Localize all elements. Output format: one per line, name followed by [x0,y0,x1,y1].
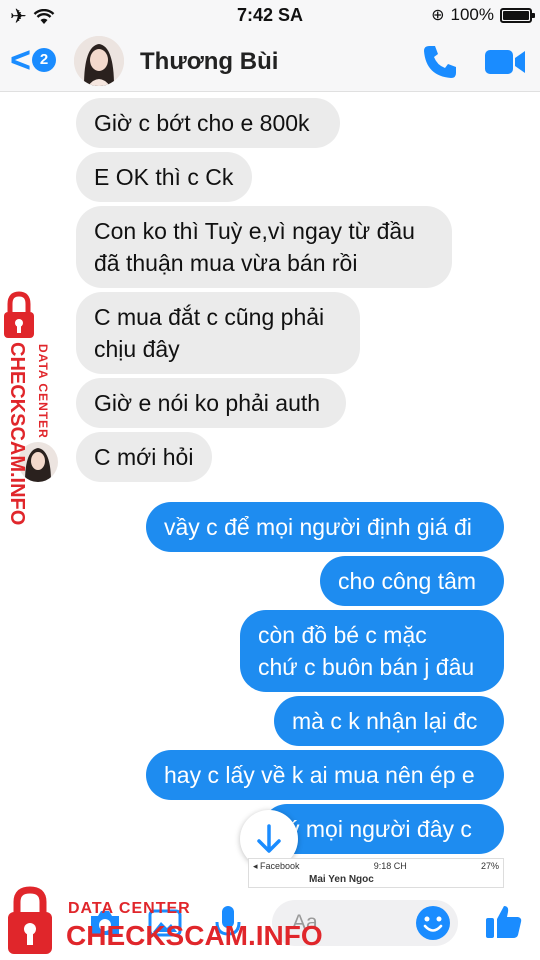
video-call-icon[interactable] [484,46,526,78]
battery-icon [500,7,535,23]
message-text: chứ c buôn bán j đâu [258,654,475,680]
watermark-bottom: DATA CENTER CHECKSCAM.INFO [0,884,330,960]
message-text: vầy c để mọi người định giá đi [164,514,472,540]
watermark-vertical-small-text: DATA CENTER [36,344,50,439]
rotation-lock-icon: ⊕ [431,7,445,24]
outgoing-message[interactable]: ý mọi người đây c [262,804,504,854]
incoming-message[interactable]: Con ko thì Tuỳ e,vì ngay từ đầu đã thuận… [76,206,452,288]
message-text: Giờ c bớt cho e 800k [94,110,310,136]
preview-battery: 27% [480,861,499,871]
message-text: Con ko thì Tuỳ e,vì ngay từ đầu [94,218,415,244]
conversation-header: < 2 Thương Bùi [0,30,540,92]
outgoing-message[interactable]: còn đồ bé c mặc chứ c buôn bán j đâu [240,610,504,692]
battery-percent: 100% [450,5,494,24]
message-text: chịu đây [94,336,180,362]
status-right: ⊕ 100% [431,5,535,25]
message-text: hay c lấy về k ai mua nên ép e [164,762,475,788]
message-text: ý mọi người đây c [288,816,472,842]
watermark-bottom-small-text: DATA CENTER [68,900,191,917]
thumbs-up-icon[interactable] [484,902,524,942]
emoji-icon[interactable] [414,904,452,942]
outgoing-message[interactable]: hay c lấy về k ai mua nên ép e [146,750,504,800]
message-text: C mới hỏi [94,444,194,470]
incoming-message[interactable]: C mua đắt c cũng phải chịu đây [76,292,360,374]
message-text: còn đồ bé c mặc [258,622,427,648]
back-chevron-icon[interactable]: < [10,42,31,78]
message-text: đã thuận mua vừa bán rồi [94,250,358,276]
contact-name[interactable]: Thương Bùi [140,48,278,76]
watermark-vertical: DATA CENTER CHECKSCAM.INFO [0,290,60,550]
avatar-portrait-icon [74,36,124,86]
watermark-bottom-big-text: CHECKSCAM.INFO [66,920,323,951]
preview-app-label: ◂ Facebook [253,861,300,871]
status-bar: ✈ 7:42 SA ⊕ 100% [0,0,540,30]
incoming-message[interactable]: E OK thì c Ck [76,152,252,202]
outgoing-message[interactable]: vầy c để mọi người định giá đi [146,502,504,552]
message-text: cho công tâm [338,568,477,594]
message-text: Giờ e nói ko phải auth [94,390,321,416]
preview-time: 9:18 CH [373,861,407,871]
incoming-message[interactable]: Giờ e nói ko phải auth [76,378,346,428]
message-text: mà c k nhận lại đc [292,708,478,734]
incoming-message[interactable]: C mới hỏi [76,432,212,482]
outgoing-message[interactable]: cho công tâm [320,556,504,606]
watermark-lock-logo [8,886,52,954]
contact-avatar[interactable] [74,36,124,86]
watermark-vertical-big-text: CHECKSCAM.INFO [6,342,28,526]
phone-call-icon[interactable] [420,42,460,82]
unread-count-badge[interactable]: 2 [32,48,56,72]
outgoing-message[interactable]: mà c k nhận lại đc [274,696,504,746]
message-text: E OK thì c Ck [94,164,234,190]
message-text: C mua đắt c cũng phải [94,304,325,330]
incoming-message[interactable]: Giờ c bớt cho e 800k [76,98,340,148]
